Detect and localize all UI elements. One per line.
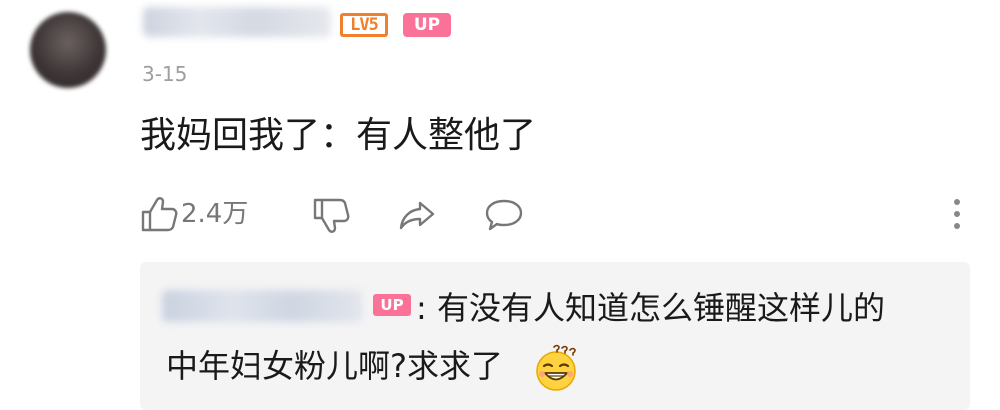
more-vertical-icon[interactable] <box>948 192 966 236</box>
comment-text: 我妈回我了：有人整他了 <box>140 115 537 156</box>
up-badge: UP <box>403 13 451 37</box>
comment-actions: 2.4万 <box>0 192 1000 236</box>
reply-username-blurred[interactable] <box>162 290 362 322</box>
comment-date: 3-15 <box>142 62 188 86</box>
avatar[interactable] <box>30 12 106 88</box>
confused-laughing-emoji <box>536 344 576 391</box>
reply-text-line1: : 有没有人知道怎么锤醒这样儿的 <box>416 289 885 327</box>
thumbs-up-icon[interactable] <box>140 196 178 232</box>
username-blurred[interactable] <box>143 7 331 37</box>
thumbs-down-icon[interactable] <box>312 198 350 234</box>
level-badge: LV5 <box>340 13 388 37</box>
share-arrow-icon[interactable] <box>398 200 436 230</box>
comment-bubble-icon[interactable] <box>484 198 524 232</box>
reply-text-line2: 中年妇女粉儿啊?求求了 <box>166 347 503 385</box>
reply-preview[interactable]: UP : 有没有人知道怎么锤醒这样儿的 中年妇女粉儿啊?求求了 <box>140 262 970 410</box>
reply-up-badge: UP <box>373 294 411 316</box>
like-count: 2.4万 <box>181 199 249 229</box>
